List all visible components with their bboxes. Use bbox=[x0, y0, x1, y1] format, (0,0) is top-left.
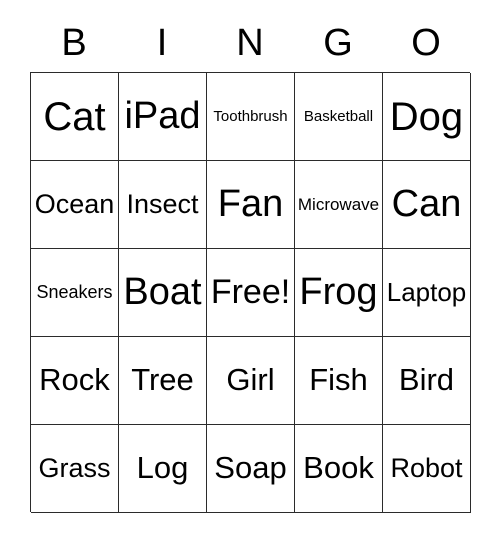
bingo-cell[interactable]: Girl bbox=[207, 337, 295, 425]
bingo-cell-label: Fan bbox=[217, 182, 284, 225]
bingo-cell-label: Can bbox=[391, 182, 462, 225]
bingo-cell-label: Laptop bbox=[386, 276, 467, 307]
bingo-cell-label: iPad bbox=[124, 94, 201, 137]
bingo-cell[interactable]: Log bbox=[119, 425, 207, 513]
bingo-header-letter-o: O bbox=[411, 22, 441, 64]
bingo-cell-label: Sneakers bbox=[36, 282, 113, 303]
bingo-cell[interactable]: Boat bbox=[119, 249, 207, 337]
bingo-cell[interactable]: Toothbrush bbox=[207, 73, 295, 161]
bingo-header-letter-b: B bbox=[61, 22, 87, 64]
bingo-cell-label: Bird bbox=[398, 362, 455, 398]
bingo-cell[interactable]: Insect bbox=[119, 161, 207, 249]
bingo-cell-label: Dog bbox=[389, 94, 464, 139]
bingo-cell[interactable]: Book bbox=[295, 425, 383, 513]
bingo-cell[interactable]: Frog bbox=[295, 249, 383, 337]
bingo-cell-label: Microwave bbox=[297, 194, 380, 214]
bingo-cell-label: Robot bbox=[390, 453, 463, 484]
bingo-header-letter-n: N bbox=[236, 22, 264, 64]
bingo-cell-label: Log bbox=[136, 450, 189, 486]
bingo-header-letter-i: I bbox=[156, 22, 168, 64]
bingo-cell-label: Book bbox=[303, 450, 374, 486]
bingo-cell[interactable]: Microwave bbox=[295, 161, 383, 249]
bingo-header-letter-g: G bbox=[323, 22, 353, 64]
bingo-cell[interactable]: Laptop bbox=[383, 249, 471, 337]
bingo-cell-label: Insect bbox=[126, 189, 199, 220]
bingo-cell-label: Toothbrush bbox=[213, 107, 288, 125]
bingo-cell[interactable]: Tree bbox=[119, 337, 207, 425]
bingo-cell[interactable]: Basketball bbox=[295, 73, 383, 161]
bingo-cell[interactable]: Dog bbox=[383, 73, 471, 161]
bingo-cell[interactable]: Fish bbox=[295, 337, 383, 425]
bingo-cell-label: Cat bbox=[43, 94, 106, 139]
bingo-cell-label: Soap bbox=[214, 450, 287, 486]
bingo-cell-label: Girl bbox=[226, 362, 275, 398]
bingo-cell-label: Free! bbox=[210, 272, 291, 311]
bingo-grid: Cat iPad Toothbrush Basketball Dog Ocean Insec… bbox=[30, 72, 471, 513]
bingo-cell[interactable]: Can bbox=[383, 161, 471, 249]
bingo-cell-label: Grass bbox=[38, 453, 111, 484]
bingo-cell-label: Ocean bbox=[34, 189, 115, 220]
bingo-cell[interactable]: Sneakers bbox=[31, 249, 119, 337]
bingo-cell[interactable]: Ocean bbox=[31, 161, 119, 249]
bingo-cell-label: Rock bbox=[39, 362, 110, 398]
bingo-cell-label: Frog bbox=[299, 270, 378, 313]
bingo-cell[interactable]: Soap bbox=[207, 425, 295, 513]
bingo-cell[interactable]: Grass bbox=[31, 425, 119, 513]
bingo-cell[interactable]: Fan bbox=[207, 161, 295, 249]
bingo-free-space[interactable]: Free! bbox=[207, 249, 295, 337]
bingo-cell[interactable]: Cat bbox=[31, 73, 119, 161]
bingo-cell[interactable]: iPad bbox=[119, 73, 207, 161]
bingo-cell-label: Boat bbox=[123, 270, 202, 313]
bingo-header-row: BINGO bbox=[30, 14, 470, 72]
bingo-cell[interactable]: Robot bbox=[383, 425, 471, 513]
bingo-card: B I N G O Cat iPad Toothbrush Basketball Dog Ocea… bbox=[0, 0, 500, 544]
bingo-cell-label: Basketball bbox=[303, 107, 374, 125]
bingo-cell[interactable]: Rock bbox=[31, 337, 119, 425]
bingo-cell[interactable]: Bird bbox=[383, 337, 471, 425]
bingo-cell-label: Tree bbox=[131, 362, 194, 398]
bingo-cell-label: Fish bbox=[309, 362, 368, 398]
